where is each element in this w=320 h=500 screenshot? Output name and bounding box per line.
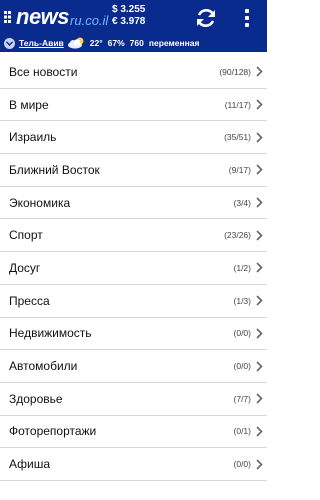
chevron-right-icon: [256, 197, 263, 208]
category-row-photo-reports[interactable]: Фоторепортажи (0/1): [0, 416, 267, 449]
category-row-sport[interactable]: Спорт (23/26): [0, 219, 267, 253]
category-label: Экономика: [9, 195, 71, 210]
category-label: В мире: [9, 97, 49, 112]
exchange-rates: $ 3.255 € 3.978: [112, 4, 145, 28]
chevron-right-icon: [256, 66, 263, 77]
chevron-right-icon: [256, 132, 263, 143]
category-count: (0/1): [233, 426, 251, 437]
menu-dot: [245, 23, 249, 27]
chevron-right-icon: [256, 99, 263, 110]
chevron-right-icon: [256, 164, 263, 175]
rate-usd-value: 3.255: [120, 4, 146, 15]
category-row-world[interactable]: В мире (11/17): [0, 89, 267, 122]
category-row-israel[interactable]: Израиль (35/51): [0, 121, 267, 155]
weather-condition: переменная: [148, 38, 200, 48]
category-label: Ближний Восток: [9, 162, 100, 177]
chevron-right-icon: [256, 393, 263, 404]
rate-usd: $ 3.255: [112, 4, 145, 16]
category-row-economy[interactable]: Экономика (3/4): [0, 187, 267, 220]
chevron-right-icon: [256, 295, 263, 306]
category-row-events[interactable]: Афиша (0/0): [0, 448, 267, 481]
category-count: (23/26): [224, 230, 251, 241]
category-count: (9/17): [228, 164, 251, 175]
refresh-button[interactable]: [192, 4, 220, 32]
chevron-right-icon: [256, 459, 263, 470]
category-count: (1/2): [233, 262, 251, 273]
category-label: Автомобили: [9, 359, 78, 374]
category-count: (11/17): [224, 99, 251, 110]
category-row-real-estate[interactable]: Недвижимость (0/0): [0, 318, 267, 351]
category-row-leisure[interactable]: Досуг (1/2): [0, 252, 267, 285]
category-label: Израиль: [9, 130, 57, 145]
category-count: (7/7): [233, 393, 251, 404]
category-row-all-news[interactable]: Все новости (90/128): [0, 56, 267, 89]
category-row-press[interactable]: Пресса (1/3): [0, 285, 267, 318]
category-count: (0/0): [233, 328, 251, 339]
category-label: Фоторепортажи: [9, 424, 97, 439]
category-count: (90/128): [219, 66, 251, 77]
category-count: (0/0): [233, 459, 251, 470]
top-bar: news ru.co.il $ 3.255 € 3.978: [0, 0, 267, 36]
category-count: (0/0): [233, 361, 251, 372]
rate-eur-symbol: €: [112, 16, 118, 27]
weather-pressure: 760: [129, 38, 144, 48]
chevron-down-icon[interactable]: [4, 37, 15, 49]
weather-bar[interactable]: Тель-Авив 22° 67% 760 переменная: [0, 34, 267, 52]
chevron-right-icon: [256, 230, 263, 241]
category-row-health[interactable]: Здоровье (7/7): [0, 383, 267, 416]
logo-dots-icon: [4, 11, 11, 23]
category-label: Досуг: [9, 260, 41, 275]
rate-eur-value: 3.978: [120, 16, 146, 27]
chevron-right-icon: [256, 426, 263, 437]
category-list: Все новости (90/128) В мире (11/17) Изра…: [0, 56, 267, 481]
menu-dot: [245, 9, 249, 13]
chevron-right-icon: [256, 360, 263, 372]
category-label: Афиша: [9, 457, 51, 472]
chevron-right-icon: [256, 262, 263, 274]
cloud-sun-icon: [67, 37, 84, 49]
category-label: Спорт: [9, 228, 43, 243]
category-label: Недвижимость: [9, 326, 92, 341]
category-count: (3/4): [233, 197, 251, 208]
category-label: Пресса: [9, 293, 50, 308]
category-count: (1/3): [233, 295, 251, 306]
rate-usd-symbol: $: [112, 4, 118, 15]
refresh-icon: [197, 9, 215, 27]
weather-temperature: 22°: [89, 38, 103, 48]
category-row-middle-east[interactable]: Ближний Восток (9/17): [0, 154, 267, 187]
rate-eur: € 3.978: [112, 16, 145, 28]
category-label: Здоровье: [9, 391, 63, 406]
app-header: news ru.co.il $ 3.255 € 3.978 Тель-Авив …: [0, 0, 267, 52]
weather-city[interactable]: Тель-Авив: [19, 38, 64, 48]
category-label: Все новости: [9, 64, 78, 79]
weather-humidity: 67%: [107, 38, 125, 48]
app-logo: news ru.co.il: [4, 5, 108, 29]
chevron-right-icon: [256, 328, 263, 339]
category-count: (35/51): [224, 132, 251, 143]
category-row-cars[interactable]: Автомобили (0/0): [0, 350, 267, 383]
overflow-menu-button[interactable]: [240, 4, 254, 32]
menu-dot: [245, 16, 249, 20]
logo-domain: ru.co.il: [70, 12, 109, 28]
logo-brand: news: [16, 4, 70, 29]
